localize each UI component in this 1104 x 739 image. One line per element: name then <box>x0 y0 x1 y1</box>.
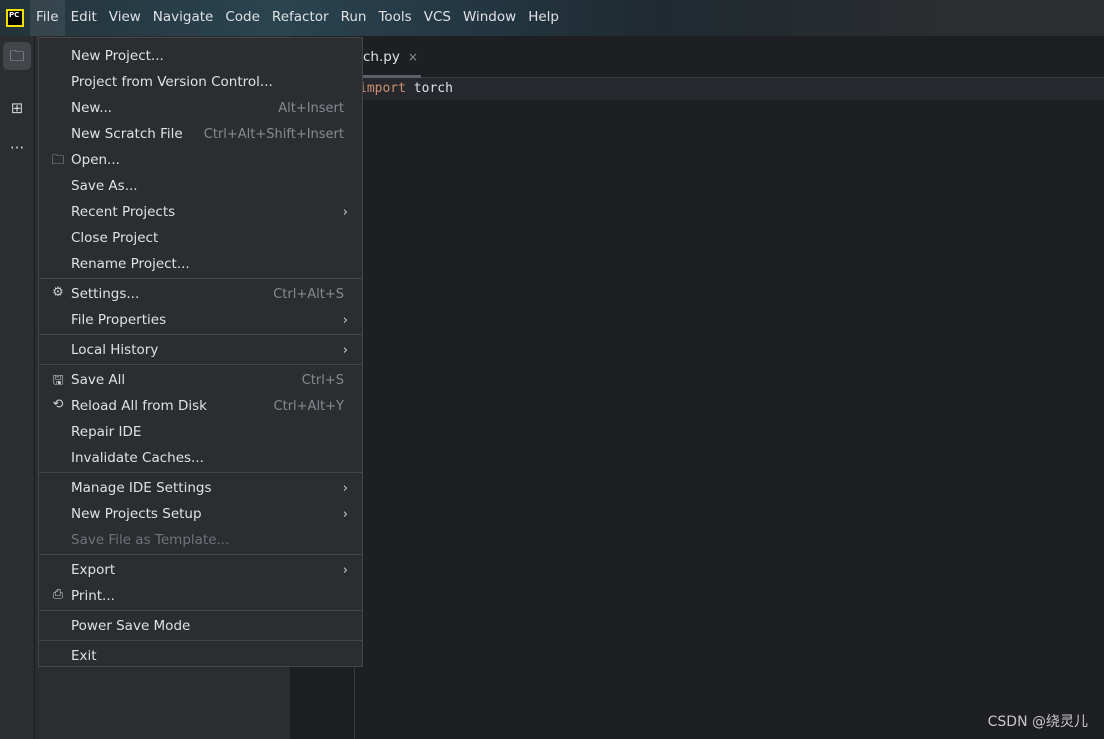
menu-item-label: Open... <box>71 152 120 168</box>
menu-item-label: Project from Version Control... <box>71 74 273 90</box>
menu-item-new-projects-setup[interactable]: New Projects Setup › <box>39 501 362 527</box>
menu-item-label: Manage IDE Settings <box>71 480 212 496</box>
chevron-right-icon: › <box>342 506 348 522</box>
menu-view[interactable]: View <box>103 0 147 36</box>
menu-window[interactable]: Window <box>457 0 522 36</box>
menu-item-settings[interactable]: ⚙ Settings... Ctrl+Alt+S <box>39 281 362 307</box>
more-icon[interactable]: ··· <box>3 134 31 162</box>
menu-item-label: Power Save Mode <box>71 618 191 634</box>
menu-file[interactable]: File <box>30 0 65 36</box>
menu-vcs[interactable]: VCS <box>418 0 457 36</box>
menu-item-label: Close Project <box>71 230 159 246</box>
file-menu: New Project... Project from Version Contr… <box>38 37 363 667</box>
shortcut-label: Ctrl+Alt+Shift+Insert <box>203 126 344 142</box>
folder-icon: 🗀 <box>51 153 65 168</box>
reload-icon: ⟲ <box>52 397 64 412</box>
chevron-right-icon: › <box>342 480 348 496</box>
menu-item-reload-all-from-disk[interactable]: ⟲ Reload All from Disk Ctrl+Alt+Y <box>39 393 362 419</box>
menu-item-label: New Project... <box>71 48 164 64</box>
menu-item-save-all[interactable]: 🖫 Save All Ctrl+S <box>39 367 362 393</box>
menu-item-exit[interactable]: Exit <box>39 643 362 669</box>
shortcut-label: Ctrl+Alt+Y <box>273 398 344 414</box>
menu-navigate[interactable]: Navigate <box>147 0 220 36</box>
menu-item-manage-ide-settings[interactable]: Manage IDE Settings › <box>39 475 362 501</box>
pycharm-logo-icon[interactable]: PC <box>6 9 24 27</box>
watermark: CSDN @绕灵儿 <box>987 714 1088 730</box>
menu-bar: PC File Edit View Navigate Code Refactor Run To… <box>0 0 1104 36</box>
menu-item-file-properties[interactable]: File Properties › <box>39 307 362 333</box>
chevron-right-icon: › <box>342 342 348 358</box>
tab-file[interactable]: ch.py × <box>355 36 421 78</box>
menu-help[interactable]: Help <box>522 0 565 36</box>
menu-refactor[interactable]: Refactor <box>266 0 335 36</box>
menu-item-label: Invalidate Caches... <box>71 450 204 466</box>
menu-item-save-as[interactable]: Save As... <box>39 173 362 199</box>
menu-item-label: New Scratch File <box>71 126 183 142</box>
menu-item-label: Exit <box>71 648 97 664</box>
menu-code[interactable]: Code <box>219 0 266 36</box>
menu-item-print[interactable]: ⎙ Print... <box>39 583 362 609</box>
shortcut-label: Alt+Insert <box>278 100 344 116</box>
menu-item-export[interactable]: Export › <box>39 557 362 583</box>
menu-item-new-project[interactable]: New Project... <box>39 43 362 69</box>
menu-item-label: Save All <box>71 372 126 388</box>
menu-item-power-save-mode[interactable]: Power Save Mode <box>39 613 362 639</box>
menu-item-label: New Projects Setup <box>71 506 202 522</box>
close-icon[interactable]: × <box>408 50 418 64</box>
project-folder-icon[interactable]: 🗀 <box>3 42 31 70</box>
menu-item-label: Print... <box>71 588 115 604</box>
code-text: torch <box>405 81 453 96</box>
tab-label: ch.py <box>363 49 400 65</box>
code-keyword: import <box>359 81 406 96</box>
menu-run[interactable]: Run <box>335 0 373 36</box>
chevron-right-icon: › <box>342 312 348 328</box>
chevron-right-icon: › <box>342 204 348 220</box>
menu-item-new[interactable]: New... Alt+Insert <box>39 95 362 121</box>
menu-item-rename-project[interactable]: Rename Project... <box>39 251 362 277</box>
menu-item-label: Save As... <box>71 178 138 194</box>
menu-item-invalidate-caches[interactable]: Invalidate Caches... <box>39 445 362 471</box>
menu-item-label: Save File as Template... <box>71 532 230 548</box>
menu-item-local-history[interactable]: Local History › <box>39 337 362 363</box>
menu-item-label: Reload All from Disk <box>71 398 207 414</box>
left-tool-strip: 🗀 ⊞ ··· <box>0 36 35 739</box>
menu-tools[interactable]: Tools <box>372 0 417 36</box>
save-icon: 🖫 <box>52 373 64 388</box>
menu-item-label: File Properties <box>71 312 167 328</box>
editor-tabs: ch.py × <box>355 36 1104 78</box>
menu-item-save-file-as-template: Save File as Template... <box>39 527 362 553</box>
menu-item-new-scratch-file[interactable]: New Scratch File Ctrl+Alt+Shift+Insert <box>39 121 362 147</box>
print-icon: ⎙ <box>52 587 64 602</box>
code-line[interactable]: import torch <box>355 78 1104 100</box>
shortcut-label: Ctrl+S <box>301 372 344 388</box>
menu-item-recent-projects[interactable]: Recent Projects › <box>39 199 362 225</box>
shortcut-label: Ctrl+Alt+S <box>273 286 344 302</box>
menu-item-label: Settings... <box>71 286 140 302</box>
menu-item-label: Rename Project... <box>71 256 190 272</box>
menu-item-close-project[interactable]: Close Project <box>39 225 362 251</box>
structure-icon[interactable]: ⊞ <box>3 94 31 122</box>
menu-item-label: Local History <box>71 342 159 358</box>
menu-item-label: Repair IDE <box>71 424 142 440</box>
menu-item-open[interactable]: 🗀 Open... <box>39 147 362 173</box>
gear-icon: ⚙ <box>52 285 64 300</box>
menu-item-label: Export <box>71 562 116 578</box>
menu-item-repair-ide[interactable]: Repair IDE <box>39 419 362 445</box>
menu-item-label: Recent Projects <box>71 204 176 220</box>
chevron-right-icon: › <box>342 562 348 578</box>
menu-item-label: New... <box>71 100 113 116</box>
menu-edit[interactable]: Edit <box>65 0 103 36</box>
menu-item-project-from-version-control[interactable]: Project from Version Control... <box>39 69 362 95</box>
